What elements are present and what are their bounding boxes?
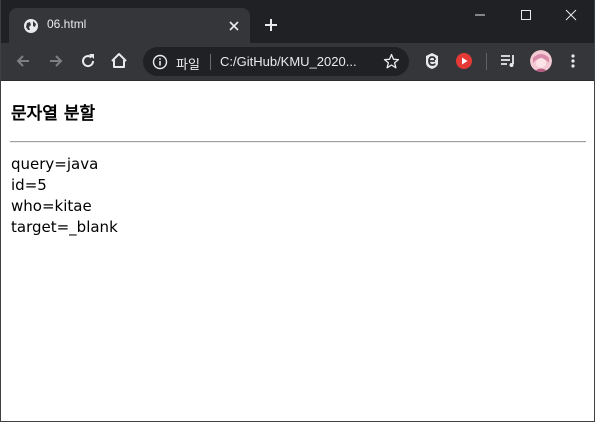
info-icon[interactable] xyxy=(152,54,168,70)
star-icon[interactable] xyxy=(383,53,400,70)
output-line: query=java xyxy=(11,155,99,173)
url-text[interactable]: C:/GitHub/KMU_2020... xyxy=(220,54,357,69)
home-icon[interactable] xyxy=(109,51,129,71)
output-lines: query=java id=5 who=kitae target=_blank xyxy=(11,154,118,238)
forward-arrow-icon[interactable] xyxy=(46,51,66,71)
avatar-image xyxy=(530,50,552,72)
output-line: who=kitae xyxy=(11,197,92,215)
back-arrow-icon[interactable] xyxy=(13,51,33,71)
toolbar-separator xyxy=(486,53,487,70)
horizontal-rule xyxy=(10,141,586,143)
tab-strip: 06.html xyxy=(1,0,594,43)
page-title: 문자열 분할 xyxy=(11,104,96,124)
page-content: 문자열 분할 query=java id=5 who=kitae target=… xyxy=(1,81,594,421)
toolbar: 파일 C:/GitHub/KMU_2020... xyxy=(1,43,594,81)
maximize-icon[interactable] xyxy=(503,0,549,30)
minimize-icon[interactable] xyxy=(457,0,503,30)
avatar[interactable] xyxy=(530,50,552,72)
close-icon[interactable] xyxy=(548,0,594,30)
output-line: id=5 xyxy=(11,176,47,194)
scheme-label: 파일 xyxy=(176,58,200,73)
browser-window: 06.html 파일 C:/GitHub/KMU_2020... 문자열 분할 … xyxy=(0,0,595,422)
more-vertical-icon[interactable] xyxy=(563,51,583,71)
close-icon[interactable] xyxy=(226,18,242,34)
tab-title: 06.html xyxy=(47,17,87,31)
output-line: target=_blank xyxy=(11,218,118,236)
address-bar[interactable]: 파일 C:/GitHub/KMU_2020... xyxy=(143,47,409,76)
tab-06-html[interactable]: 06.html xyxy=(9,8,250,43)
extension-icon[interactable] xyxy=(422,51,442,71)
omnibox-divider xyxy=(210,54,211,70)
youtube-icon[interactable] xyxy=(454,51,474,71)
plus-icon[interactable] xyxy=(263,17,279,33)
reload-icon[interactable] xyxy=(78,51,98,71)
media-queue-icon[interactable] xyxy=(498,51,518,71)
globe-icon xyxy=(24,19,38,33)
